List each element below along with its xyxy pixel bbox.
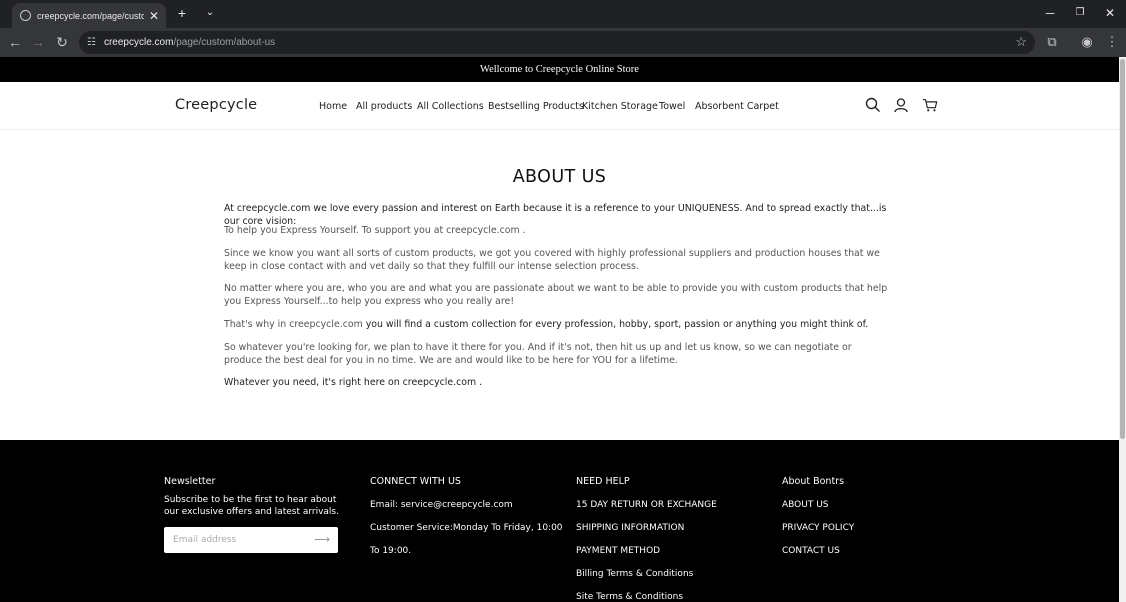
about-paragraph-part: That's why in creepcycle.com: [224, 319, 366, 330]
nav-kitchen-storage[interactable]: Kitchen Storage: [582, 101, 658, 112]
browser-window: creepcycle.com/page/custom/about-us ✕ + …: [0, 0, 1126, 602]
subscribe-arrow-icon[interactable]: ⟶: [314, 533, 330, 546]
profile-icon[interactable]: ◉: [1079, 34, 1095, 50]
about-paragraph: That's why in creepcycle.com you will fi…: [224, 318, 890, 331]
scrollbar-thumb[interactable]: [1120, 59, 1125, 439]
page-scrollbar[interactable]: [1119, 57, 1126, 602]
footer-link-shipping[interactable]: SHIPPING INFORMATION: [576, 523, 684, 533]
back-icon[interactable]: ←: [6, 34, 24, 50]
account-icon[interactable]: [893, 97, 909, 113]
announcement-bar: Wellcome to Creepcycle Online Store: [0, 57, 1119, 82]
footer-link-return[interactable]: 15 DAY RETURN OR EXCHANGE: [576, 500, 717, 510]
footer-link-site-terms[interactable]: Site Terms & Conditions: [576, 592, 683, 602]
newsletter-text: Subscribe to be the first to hear about …: [164, 495, 339, 517]
active-tab[interactable]: creepcycle.com/page/custom/about-us ✕: [12, 3, 166, 28]
nav-all-products[interactable]: All products: [356, 101, 412, 112]
menu-kebab-icon[interactable]: ⋮: [1104, 34, 1120, 50]
restore-icon[interactable]: ❐: [1070, 5, 1090, 21]
contact-email[interactable]: Email: service@creepcycle.com: [370, 500, 513, 510]
nav-bestselling-products[interactable]: Bestselling Products: [488, 101, 584, 112]
about-bontrs-title: About Bontrs: [782, 476, 845, 487]
nav-towel[interactable]: Towel: [659, 101, 685, 112]
address-bar[interactable]: ☷ creepcycle.com/page/custom/about-us ☆: [79, 31, 1035, 54]
nav-all-collections[interactable]: All Collections: [417, 101, 484, 112]
footer-link-privacy-policy[interactable]: PRIVACY POLICY: [782, 523, 854, 533]
reload-icon[interactable]: ↻: [53, 34, 71, 50]
footer-link-payment[interactable]: PAYMENT METHOD: [576, 546, 660, 556]
about-paragraph: No matter where you are, who you are and…: [224, 283, 888, 307]
need-help-title: NEED HELP: [576, 476, 630, 487]
minimize-icon[interactable]: ─: [1040, 5, 1060, 21]
close-tab-icon[interactable]: ✕: [148, 9, 160, 23]
extensions-icon[interactable]: ⧉: [1044, 34, 1060, 50]
tab-title: creepcycle.com/page/custom/about-us: [37, 10, 144, 21]
customer-service-hours-end: To 19:00.: [370, 546, 412, 556]
nav-absorbent-carpet[interactable]: Absorbent Carpet: [695, 101, 779, 112]
cart-icon[interactable]: [922, 97, 938, 113]
site-logo[interactable]: Creepcycle: [175, 97, 257, 113]
nav-home[interactable]: Home: [319, 101, 347, 112]
about-paragraph: To help you Express Yourself. To support…: [224, 225, 526, 236]
bookmark-star-icon[interactable]: ☆: [1015, 34, 1027, 50]
tab-strip: creepcycle.com/page/custom/about-us ✕ + …: [0, 0, 1126, 28]
forward-icon[interactable]: →: [29, 34, 47, 50]
footer-link-about-us[interactable]: ABOUT US: [782, 500, 829, 510]
browser-toolbar: ← → ↻ ☷ creepcycle.com/page/custom/about…: [0, 28, 1126, 57]
page-title: ABOUT US: [512, 167, 607, 187]
about-paragraph: So whatever you're looking for, we plan …: [224, 342, 852, 366]
about-paragraph: Whatever you need, it's right here on cr…: [224, 377, 483, 388]
url-host: creepcycle.com: [103, 37, 174, 48]
footer-link-billing-terms[interactable]: Billing Terms & Conditions: [576, 569, 693, 579]
new-tab-icon[interactable]: +: [173, 5, 191, 21]
site-header: Creepcycle Home All products All Collect…: [0, 82, 1119, 130]
footer-link-contact-us[interactable]: CONTACT US: [782, 546, 840, 556]
customer-service-hours: Customer Service:Monday To Friday, 10:00: [370, 523, 563, 533]
email-input[interactable]: [164, 527, 314, 553]
web-page: Wellcome to Creepcycle Online Store Cree…: [0, 57, 1119, 602]
tab-search-chevron-icon[interactable]: ⌄: [201, 5, 219, 21]
site-footer: Newsletter Subscribe to be the first to …: [0, 440, 1119, 602]
connect-title: CONNECT WITH US: [370, 476, 461, 487]
about-paragraph-emphasis: you will find a custom collection for ev…: [365, 319, 869, 330]
globe-icon: [20, 10, 31, 21]
close-window-icon[interactable]: ✕: [1100, 5, 1120, 21]
url-path: /page/custom/about-us: [173, 37, 276, 48]
search-icon[interactable]: [865, 97, 881, 113]
about-paragraph: Since we know you want all sorts of cust…: [224, 248, 880, 272]
newsletter-form: ⟶: [164, 527, 338, 553]
newsletter-title: Newsletter: [164, 476, 216, 487]
site-settings-icon[interactable]: ☷: [87, 37, 96, 48]
